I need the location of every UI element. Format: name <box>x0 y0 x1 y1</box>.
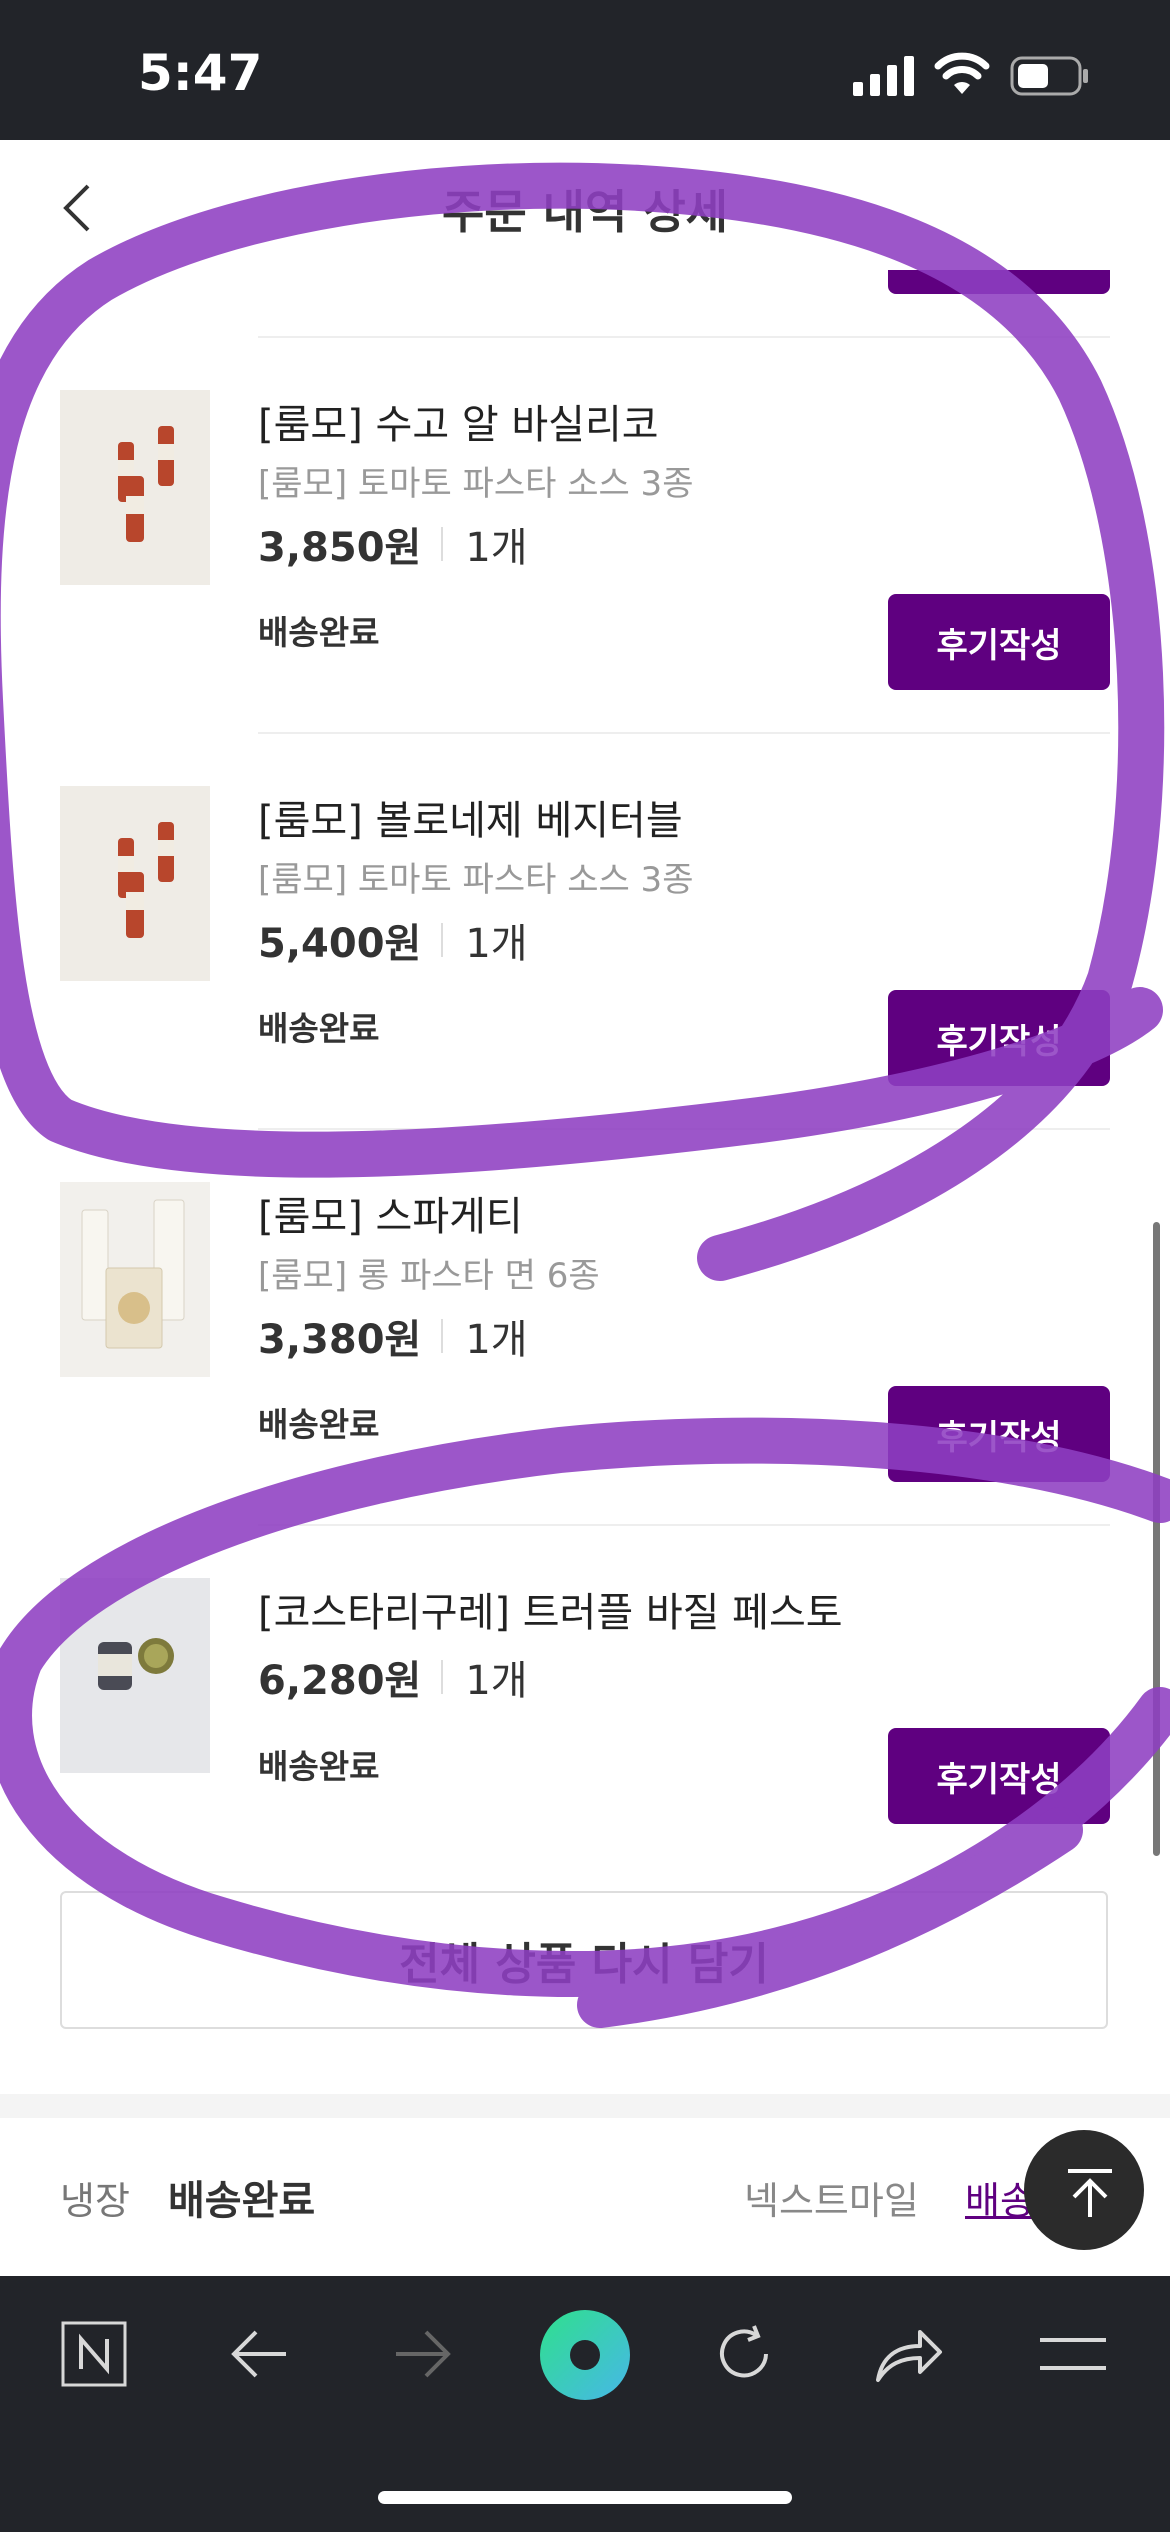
price-separator <box>441 923 444 957</box>
product-image[interactable] <box>60 1182 210 1377</box>
shipping-carrier: 넥스트마일 <box>744 2179 919 2223</box>
readd-all-button[interactable]: 전체 상품 다시 담기 <box>60 1891 1108 2029</box>
product-image[interactable] <box>60 786 210 981</box>
price-row: 3,850원 1개 <box>258 515 528 573</box>
pasta-packages-image <box>60 1182 210 1377</box>
review-button[interactable]: 후기작성 <box>888 990 1110 1086</box>
scrollbar[interactable] <box>1153 1222 1160 1856</box>
arrow-up-to-line-icon <box>1068 2169 1112 2217</box>
product-image[interactable] <box>60 390 210 585</box>
product-price: 3,850원 <box>258 525 422 571</box>
item-divider <box>258 1128 1110 1130</box>
delivery-status: 배송완료 <box>258 613 380 652</box>
cellular-signal-icon <box>853 56 914 96</box>
product-price: 3,380원 <box>258 1317 422 1363</box>
shipping-type: 냉장 <box>60 2179 130 2223</box>
product-qty: 1개 <box>465 1658 528 1704</box>
price-row: 5,400원 1개 <box>258 911 528 969</box>
scroll-top-button[interactable] <box>1024 2130 1144 2250</box>
review-button[interactable]: 후기작성 <box>888 1728 1110 1824</box>
price-separator <box>441 527 444 561</box>
pesto-jar-image <box>60 1578 210 1773</box>
green-dot-icon[interactable] <box>538 2308 632 2402</box>
section-gap <box>0 2094 1170 2118</box>
menu-icon[interactable] <box>1040 2334 1106 2374</box>
price-row: 3,380원 1개 <box>258 1307 528 1365</box>
item-divider <box>258 336 1110 338</box>
page-title: 주문 내역 상세 <box>442 185 728 239</box>
product-name[interactable]: [룸모] 스파게티 <box>258 1184 523 1242</box>
product-price: 6,280원 <box>258 1658 422 1704</box>
wifi-icon <box>934 52 990 94</box>
product-qty: 1개 <box>465 1317 528 1363</box>
battery-icon <box>1010 56 1088 96</box>
review-button[interactable]: 후기작성 <box>888 1386 1110 1482</box>
share-icon[interactable] <box>874 2322 944 2384</box>
price-separator <box>441 1660 444 1694</box>
product-name[interactable]: [룸모] 수고 알 바실리코 <box>258 392 659 450</box>
delivery-status: 배송완료 <box>258 1009 380 1048</box>
product-image[interactable] <box>60 1578 210 1773</box>
product-qty: 1개 <box>465 921 528 967</box>
price-row: 6,280원 1개 <box>258 1648 528 1706</box>
sauce-jars-image <box>60 390 210 585</box>
review-button-partial[interactable] <box>888 270 1110 294</box>
product-qty: 1개 <box>465 525 528 571</box>
price-separator <box>441 1319 444 1353</box>
product-option: [룸모] 롱 파스타 면 6종 <box>258 1256 600 1296</box>
back-arrow-icon[interactable] <box>230 2326 290 2382</box>
item-divider <box>258 732 1110 734</box>
status-time: 5:47 <box>138 44 263 102</box>
product-name[interactable]: [코스타리구레] 트러플 바질 페스토 <box>258 1580 843 1638</box>
product-price: 5,400원 <box>258 921 422 967</box>
review-button[interactable]: 후기작성 <box>888 594 1110 690</box>
item-divider <box>258 1524 1110 1526</box>
shipping-status: 배송완료 <box>168 2178 316 2224</box>
delivery-status: 배송완료 <box>258 1405 380 1444</box>
delivery-status: 배송완료 <box>258 1747 380 1786</box>
home-indicator <box>378 2491 792 2504</box>
refresh-icon[interactable] <box>712 2322 776 2386</box>
forward-arrow-icon[interactable] <box>392 2326 452 2382</box>
naver-home-icon[interactable] <box>61 2321 127 2387</box>
sauce-jars-image <box>60 786 210 981</box>
product-option: [룸모] 토마토 파스타 소스 3종 <box>258 464 694 504</box>
product-option: [룸모] 토마토 파스타 소스 3종 <box>258 860 694 900</box>
product-name[interactable]: [룸모] 볼로네제 베지터블 <box>258 788 683 846</box>
